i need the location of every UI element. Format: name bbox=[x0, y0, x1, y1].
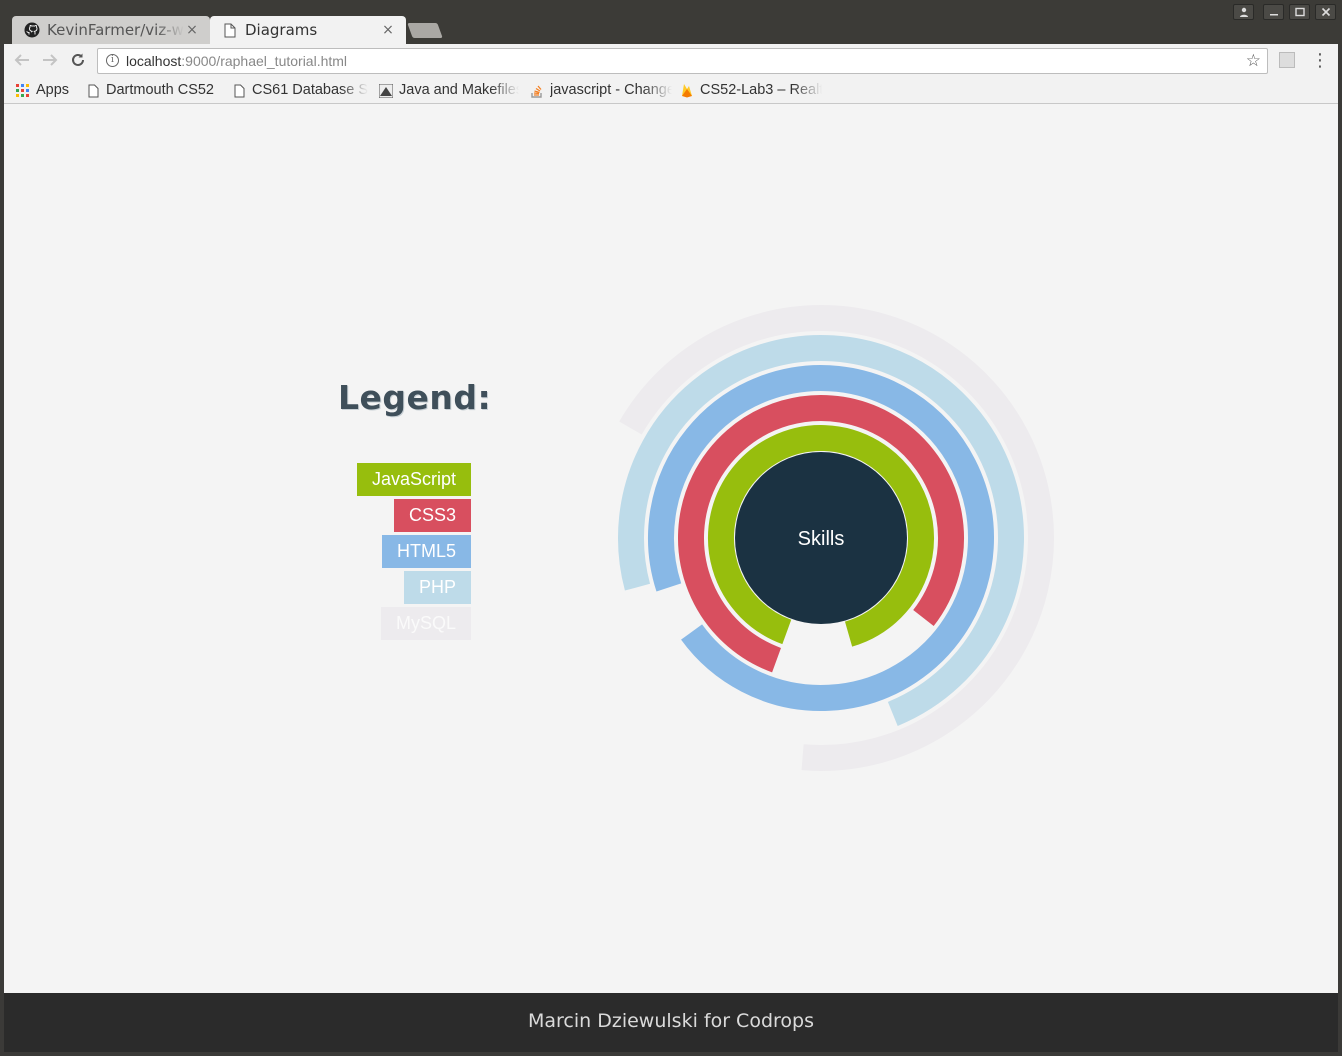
tab-title: KevinFarmer/viz-workshop bbox=[47, 21, 184, 39]
apps-grid-icon bbox=[16, 83, 30, 98]
bookmark-cs52-lab3[interactable]: CS52-Lab3 – Realtime bbox=[680, 78, 822, 103]
close-window-icon[interactable] bbox=[1315, 4, 1336, 20]
bookmark-label: javascript - Change bbox=[550, 82, 672, 98]
info-icon[interactable]: i bbox=[106, 54, 119, 67]
tab-github[interactable]: KevinFarmer/viz-workshop × bbox=[12, 16, 210, 44]
minimize-icon[interactable] bbox=[1263, 4, 1284, 20]
new-tab-button[interactable] bbox=[407, 23, 443, 38]
bookmark-label: Dartmouth CS52 bbox=[106, 82, 214, 98]
bookmark-label: CS52-Lab3 – Realtime bbox=[700, 82, 822, 98]
browser-titlebar: KevinFarmer/viz-workshop × Diagrams × bbox=[0, 0, 1342, 45]
skills-radial-chart: Skills bbox=[618, 305, 1054, 771]
bookmark-java-makefiles[interactable]: Java and Makefiles bbox=[379, 78, 519, 103]
footer: Marcin Dziewulski for Codrops bbox=[4, 993, 1338, 1052]
close-tab-icon[interactable]: × bbox=[184, 16, 200, 44]
extension-icon[interactable] bbox=[1279, 52, 1295, 68]
legend-item-php[interactable]: PHP bbox=[404, 571, 471, 604]
forward-arrow-icon[interactable] bbox=[40, 51, 60, 71]
close-tab-icon[interactable]: × bbox=[380, 16, 396, 44]
bookmark-cs61-database[interactable]: CS61 Database Systems bbox=[232, 78, 368, 103]
page-viewport: Legend: Skills JavaScript CSS3 HTML5 PHP MyS… bbox=[4, 104, 1338, 993]
tab-title: Diagrams bbox=[245, 21, 318, 39]
bookmark-apps[interactable]: Apps bbox=[16, 78, 78, 103]
github-icon bbox=[24, 22, 40, 38]
legend-item-mysql[interactable]: MySQL bbox=[381, 607, 471, 640]
legend-item-html5[interactable]: HTML5 bbox=[382, 535, 471, 568]
bookmark-label: Apps bbox=[36, 82, 70, 98]
page-icon bbox=[86, 84, 100, 98]
url-text: localhost:9000/raphael_tutorial.html bbox=[126, 53, 348, 69]
address-bar[interactable]: i localhost:9000/raphael_tutorial.html ☆ bbox=[97, 48, 1268, 74]
browser-toolbar: i localhost:9000/raphael_tutorial.html ☆… bbox=[4, 44, 1338, 78]
page-icon bbox=[222, 22, 238, 38]
bookmark-javascript-change[interactable]: javascript - Change bbox=[530, 78, 672, 103]
legend-item-javascript[interactable]: JavaScript bbox=[357, 463, 471, 496]
center-label: Skills bbox=[798, 528, 845, 550]
tab-diagrams[interactable]: Diagrams × bbox=[210, 16, 406, 44]
bookmark-dartmouth-cs52[interactable]: Dartmouth CS52 bbox=[86, 78, 221, 103]
footer-credit: Marcin Dziewulski for Codrops bbox=[528, 1010, 814, 1032]
bookmark-star-icon[interactable]: ☆ bbox=[1246, 49, 1261, 73]
menu-kebab-icon[interactable]: ⋮ bbox=[1311, 51, 1329, 71]
bookmark-label: Java and Makefiles bbox=[399, 82, 519, 98]
firebase-icon bbox=[680, 84, 694, 98]
bookmark-label: CS61 Database Systems bbox=[252, 82, 368, 98]
user-profile-icon[interactable] bbox=[1233, 4, 1254, 20]
reload-icon[interactable] bbox=[68, 51, 88, 71]
stackoverflow-icon bbox=[530, 84, 544, 98]
site-icon bbox=[379, 83, 393, 98]
back-arrow-icon[interactable] bbox=[12, 51, 32, 71]
maximize-icon[interactable] bbox=[1289, 4, 1310, 20]
page-icon bbox=[232, 84, 246, 98]
bookmarks-bar: Apps Dartmouth CS52 CS61 Database System… bbox=[4, 78, 1338, 104]
legend-item-css3[interactable]: CSS3 bbox=[394, 499, 471, 532]
